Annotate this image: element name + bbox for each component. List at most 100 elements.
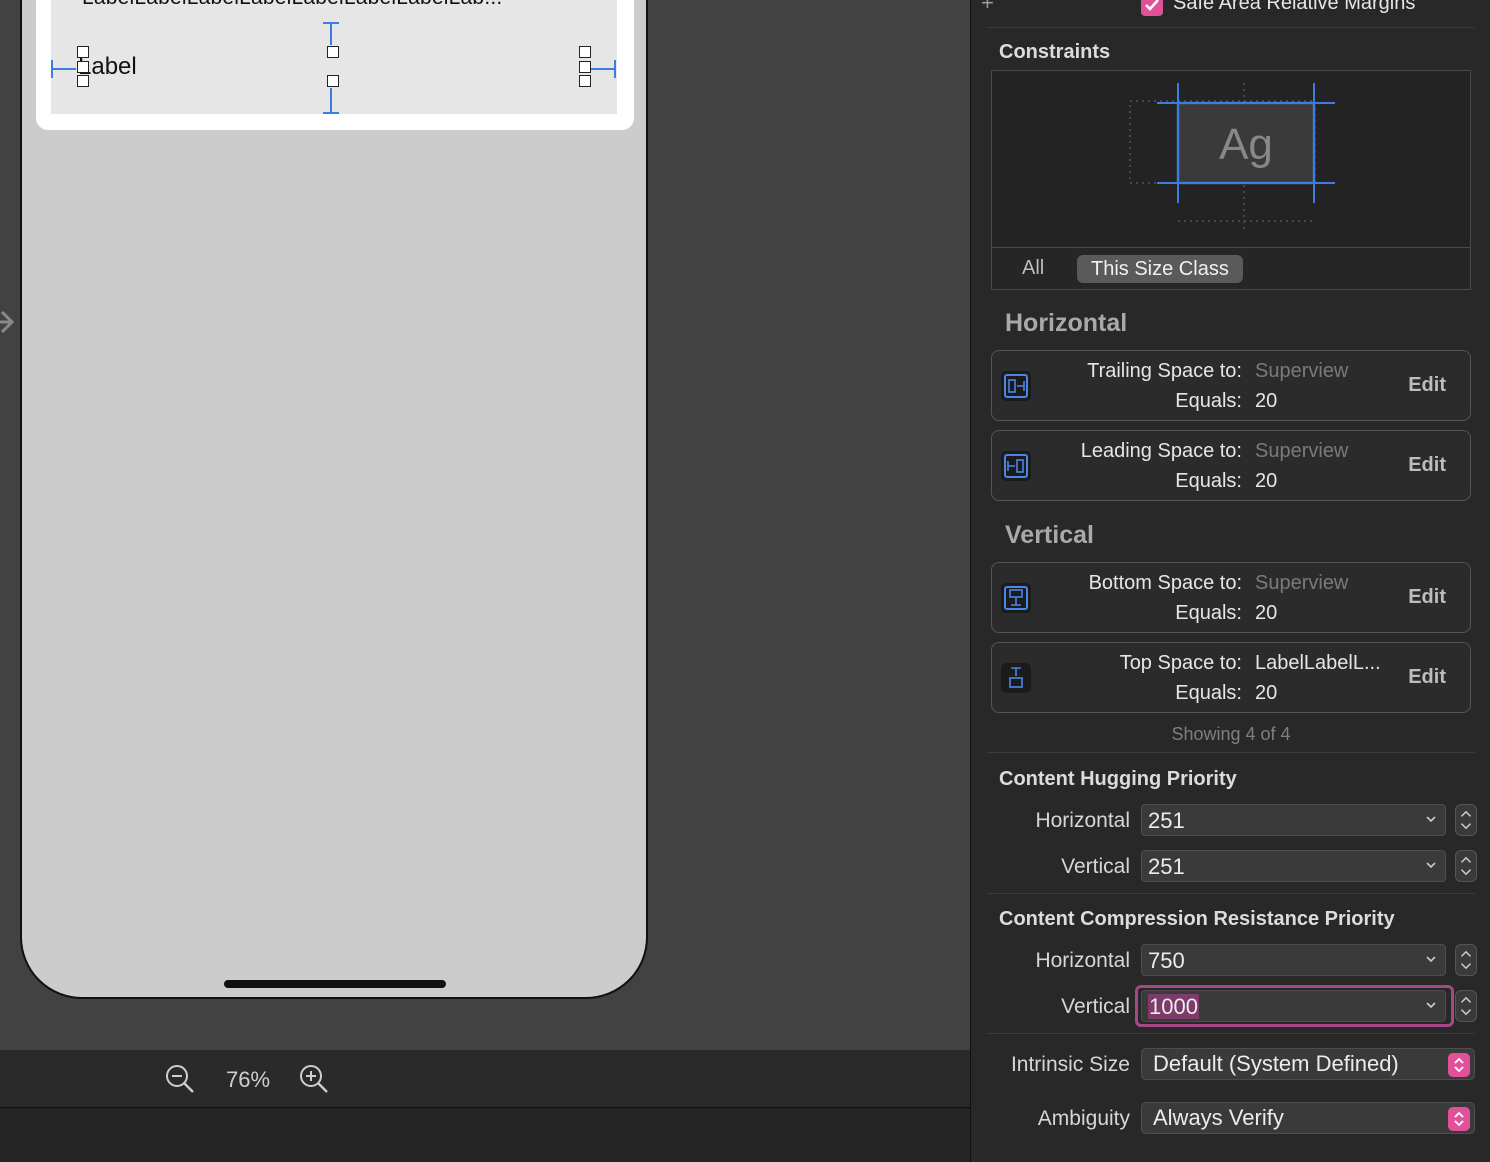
filter-all-button[interactable]: All — [1012, 254, 1054, 282]
resize-handle-bottom[interactable] — [327, 75, 339, 87]
separator — [987, 893, 1475, 894]
constraint-target: Superview — [1255, 572, 1349, 594]
stepper-icon — [1460, 996, 1472, 1016]
hugging-vertical-stepper[interactable] — [1455, 850, 1477, 882]
chevron-down-icon[interactable] — [1425, 813, 1437, 825]
resize-handle-bottom-left[interactable] — [77, 75, 89, 87]
resize-handle-bottom-right[interactable] — [579, 75, 591, 87]
separator — [987, 752, 1475, 753]
bottom-space-icon — [1001, 583, 1031, 613]
intrinsic-size-label: Intrinsic Size — [1010, 1053, 1130, 1076]
resize-handle-top-right[interactable] — [579, 46, 591, 58]
constraint-card-bottom[interactable]: Bottom Space to: Superview Equals: 20 Ed… — [991, 562, 1471, 633]
vertical-section-title: Vertical — [1005, 521, 1094, 549]
constraint-target: LabelLabelL... — [1255, 652, 1381, 674]
checkmark-icon — [1145, 0, 1159, 11]
horizontal-section-title: Horizontal — [1005, 309, 1128, 337]
ambiguity-label: Ambiguity — [1037, 1107, 1130, 1130]
compression-horizontal-combo[interactable]: 750 — [1141, 944, 1446, 976]
equals-key: Equals: — [1175, 682, 1242, 704]
edit-button[interactable]: Edit — [1408, 586, 1446, 609]
chevron-down-icon[interactable] — [1425, 953, 1437, 965]
size-inspector: + Safe Area Relative Margins Constraints… — [970, 0, 1490, 1162]
chevron-down-icon[interactable] — [1425, 859, 1437, 871]
hugging-vertical-combo[interactable]: 251 — [1141, 850, 1446, 882]
combo-value: 251 — [1148, 808, 1185, 833]
top-space-icon — [1001, 663, 1031, 693]
constraints-title: Constraints — [999, 41, 1111, 63]
size-class-filter: All This Size Class — [992, 247, 1470, 289]
separator — [987, 1033, 1475, 1034]
popup-value: Default (System Defined) — [1153, 1051, 1399, 1076]
compression-vertical-stepper[interactable] — [1455, 990, 1477, 1022]
hugging-horizontal-combo[interactable]: 251 — [1141, 804, 1446, 836]
constraint-target: Superview — [1255, 440, 1349, 462]
constraint-card-trailing[interactable]: Trailing Space to: Superview Equals: 20 … — [991, 350, 1471, 421]
constraint-card-leading[interactable]: Leading Space to: Superview Equals: 20 E… — [991, 430, 1471, 501]
constraint-box: Ag All This Size Class — [991, 70, 1471, 290]
home-indicator — [224, 980, 446, 988]
equals-value: 20 — [1255, 682, 1278, 704]
selected-text: 1000 — [1148, 994, 1199, 1019]
safe-area-label: Safe Area Relative Margins — [1173, 0, 1416, 14]
plus-icon[interactable]: + — [981, 0, 994, 16]
constraint-key: Leading Space to: — [1080, 440, 1242, 462]
zoom-level: 76% — [225, 1067, 271, 1092]
zoom-out-icon[interactable] — [164, 1063, 196, 1095]
popup-chevrons-icon — [1448, 1107, 1470, 1131]
leading-space-icon — [1001, 451, 1031, 481]
constraint-key: Trailing Space to: — [1087, 360, 1242, 382]
filter-size-class-button[interactable]: This Size Class — [1077, 255, 1243, 283]
constraint-target: Superview — [1255, 360, 1349, 382]
constraint-key: Bottom Space to: — [1088, 572, 1242, 594]
popup-value: Always Verify — [1153, 1105, 1284, 1130]
canvas-bottom-bar: 76% — [0, 1050, 970, 1108]
showing-count: Showing 4 of 4 — [1171, 724, 1291, 744]
ambiguity-popup[interactable]: Always Verify — [1141, 1102, 1475, 1134]
safe-area-checkbox[interactable] — [1141, 0, 1163, 16]
constraint-key: Top Space to: — [1119, 652, 1242, 674]
edit-button[interactable]: Edit — [1408, 666, 1446, 689]
stepper-icon — [1460, 950, 1472, 970]
equals-value: 20 — [1255, 390, 1278, 412]
compression-horizontal-label: Horizontal — [1035, 949, 1130, 972]
separator — [987, 27, 1475, 28]
hugging-vertical-label: Vertical — [1061, 855, 1130, 878]
compression-vertical-combo[interactable]: 1000 — [1141, 990, 1446, 1022]
combo-value: 750 — [1148, 948, 1185, 973]
compression-vertical-label: Vertical — [1061, 995, 1130, 1018]
equals-key: Equals: — [1175, 602, 1242, 624]
trailing-space-icon — [1001, 371, 1031, 401]
entry-point-arrow-icon — [0, 310, 15, 334]
hugging-title: Content Hugging Priority — [999, 768, 1237, 790]
hugging-horizontal-stepper[interactable] — [1455, 804, 1477, 836]
resize-handle-left[interactable] — [77, 61, 89, 73]
storyboard-canvas[interactable]: LabelLabelLabelLabelLabelLabelLabelLab..… — [0, 0, 970, 1050]
chevron-down-icon[interactable] — [1425, 999, 1437, 1011]
equals-key: Equals: — [1175, 390, 1242, 412]
device-frame — [20, 0, 648, 999]
edit-button[interactable]: Edit — [1408, 454, 1446, 477]
stepper-icon — [1460, 856, 1472, 876]
intrinsic-size-popup[interactable]: Default (System Defined) — [1141, 1048, 1475, 1080]
stepper-icon — [1460, 810, 1472, 830]
zoom-in-icon[interactable] — [298, 1063, 330, 1095]
constraint-diagram: Ag — [1129, 83, 1335, 231]
resize-handle-top[interactable] — [327, 46, 339, 58]
edit-button[interactable]: Edit — [1408, 374, 1446, 397]
resize-handle-right[interactable] — [579, 61, 591, 73]
hugging-horizontal-label: Horizontal — [1035, 809, 1130, 832]
equals-value: 20 — [1255, 470, 1278, 492]
compression-title: Content Compression Resistance Priority — [999, 908, 1395, 930]
long-label[interactable]: LabelLabelLabelLabelLabelLabelLabelLab..… — [82, 0, 502, 10]
diagram-text: Ag — [1219, 120, 1273, 169]
combo-value: 251 — [1148, 854, 1185, 879]
popup-chevrons-icon — [1448, 1053, 1470, 1077]
equals-value: 20 — [1255, 602, 1278, 624]
equals-key: Equals: — [1175, 470, 1242, 492]
combo-value[interactable]: 1000 — [1148, 994, 1199, 1020]
compression-horizontal-stepper[interactable] — [1455, 944, 1477, 976]
status-strip — [0, 1109, 970, 1162]
constraint-card-top[interactable]: Top Space to: LabelLabelL... Equals: 20 … — [991, 642, 1471, 713]
resize-handle-top-left[interactable] — [77, 46, 89, 58]
